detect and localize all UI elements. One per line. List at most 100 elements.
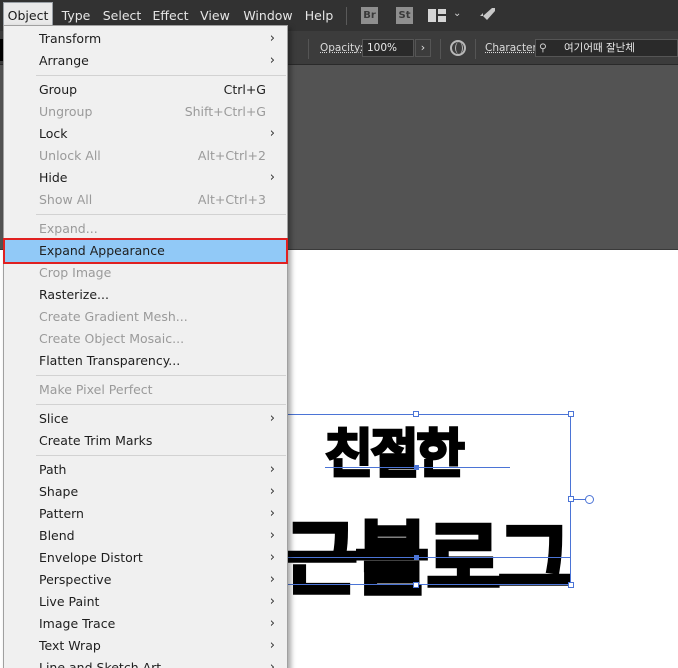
chevron-right-icon: › [269,411,275,426]
menu-item-line-and-sketch-art[interactable]: Line and Sketch Art › [5,657,286,668]
menu-item-crop-image[interactable]: Crop Image [5,262,286,284]
font-name: 여기어때 잘난체 [564,42,635,54]
bridge-icon[interactable]: Br [361,7,378,24]
recolor-globe-icon[interactable] [450,40,466,56]
menu-item-label: Group [39,82,78,97]
opacity-label[interactable]: Opacity: [320,42,363,54]
menu-item-lock[interactable]: Lock › [5,123,286,145]
anchor-point[interactable] [414,465,419,470]
menubar-divider [346,7,347,25]
menu-item-label: Rasterize... [39,287,109,302]
menu-item-text-wrap[interactable]: Text Wrap › [5,635,286,657]
menu-item-ungroup[interactable]: Ungroup Shift+Ctrl+G [5,101,286,123]
search-icon: ⚲ [539,42,547,54]
menu-item-flatten-transparency[interactable]: Flatten Transparency... [5,350,286,372]
menu-item-arrange[interactable]: Arrange › [5,50,286,72]
chevron-right-icon: › [269,572,275,587]
menu-item-live-paint[interactable]: Live Paint › [5,591,286,613]
menu-help[interactable]: Help [302,0,336,31]
workspace-layout-icon[interactable] [428,7,446,24]
menu-item-label: Lock [39,126,68,141]
menu-item-shape[interactable]: Shape › [5,481,286,503]
menu-item-path[interactable]: Path › [5,459,286,481]
menu-item-label: Create Trim Marks [39,433,153,448]
menu-item-perspective[interactable]: Perspective › [5,569,286,591]
menu-item-label: Path [39,462,67,477]
menu-item-label: Create Gradient Mesh... [39,309,188,324]
opacity-flyout-button[interactable]: › [415,39,431,57]
menu-item-label: Blend [39,528,75,543]
stock-icon[interactable]: St [396,7,413,24]
menu-item-hide[interactable]: Hide › [5,167,286,189]
menu-item-label: Envelope Distort [39,550,143,565]
menu-item-shortcut: Alt+Ctrl+2 [197,148,266,163]
object-menu: Transform › Arrange › Group Ctrl+G Ungroup S… [3,25,288,668]
chevron-right-icon: › [269,594,275,609]
chevron-right-icon: › [269,550,275,565]
chevron-right-icon: › [269,506,275,521]
opacity-input[interactable]: 100% [362,39,414,57]
menu-item-make-pixel-perfect[interactable]: Make Pixel Perfect [5,379,286,401]
chevron-right-icon: › [269,462,275,477]
menu-item-shortcut: Ctrl+G [223,82,266,97]
menu-item-label: Ungroup [39,104,93,119]
resize-handle[interactable] [413,582,419,588]
menu-item-image-trace[interactable]: Image Trace › [5,613,286,635]
menu-item-envelope-distort[interactable]: Envelope Distort › [5,547,286,569]
menu-item-label: Expand... [39,221,98,236]
menu-separator [36,375,286,376]
menu-item-label: Perspective [39,572,112,587]
character-label[interactable]: Character: [485,42,540,54]
menu-separator [36,455,286,456]
menu-item-create-trim-marks[interactable]: Create Trim Marks [5,430,286,452]
chevron-down-icon[interactable]: ⌄ [453,8,461,25]
chevron-right-icon: › [269,53,275,68]
menu-item-label: Show All [39,192,93,207]
menu-item-label: Arrange [39,53,89,68]
menu-item-label: Expand Appearance [39,243,165,258]
menu-item-label: Create Object Mosaic... [39,331,185,346]
menu-item-expand[interactable]: Expand... [5,218,286,240]
chevron-right-icon: › [269,616,275,631]
menu-item-blend[interactable]: Blend › [5,525,286,547]
anchor-point[interactable] [414,555,419,560]
menu-item-label: Pattern [39,506,84,521]
controlbar-divider [440,39,441,59]
menu-item-label: Line and Sketch Art [39,660,162,668]
menu-item-pattern[interactable]: Pattern › [5,503,286,525]
chevron-right-icon: › [269,31,275,46]
menu-item-slice[interactable]: Slice › [5,408,286,430]
menu-item-label: Flatten Transparency... [39,353,181,368]
menu-item-rasterize[interactable]: Rasterize... [5,284,286,306]
menu-separator [36,75,286,76]
text-baseline [288,557,571,558]
menu-item-label: Image Trace [39,616,116,631]
chevron-right-icon: › [269,528,275,543]
menu-item-create-object-mosaic[interactable]: Create Object Mosaic... [5,328,286,350]
chevron-right-icon: › [269,660,275,668]
resize-handle[interactable] [568,582,574,588]
menu-item-show-all[interactable]: Show All Alt+Ctrl+3 [5,189,286,211]
menu-item-label: Shape [39,484,79,499]
menu-item-label: Text Wrap [39,638,101,653]
rocket-icon[interactable] [478,5,498,22]
menu-item-group[interactable]: Group Ctrl+G [5,79,286,101]
menu-item-create-gradient-mesh[interactable]: Create Gradient Mesh... [5,306,286,328]
resize-handle[interactable] [568,411,574,417]
menu-item-unlock-all[interactable]: Unlock All Alt+Ctrl+2 [5,145,286,167]
menu-item-label: Hide [39,170,68,185]
menu-item-expand-appearance[interactable]: Expand Appearance [3,238,288,264]
menu-item-label: Slice [39,411,69,426]
chevron-right-icon: › [269,484,275,499]
type-out-handle[interactable] [585,495,594,504]
menu-item-label: Transform [39,31,102,46]
controlbar-divider [308,39,309,59]
menu-item-transform[interactable]: Transform › [5,28,286,50]
chevron-right-icon: › [269,638,275,653]
font-search-field[interactable]: ⚲ 여기어때 잘난체 [535,39,678,57]
resize-handle[interactable] [413,411,419,417]
menu-item-label: Crop Image [39,265,112,280]
menu-item-label: Make Pixel Perfect [39,382,153,397]
menu-object[interactable]: Object [3,2,53,27]
menu-separator [36,214,286,215]
